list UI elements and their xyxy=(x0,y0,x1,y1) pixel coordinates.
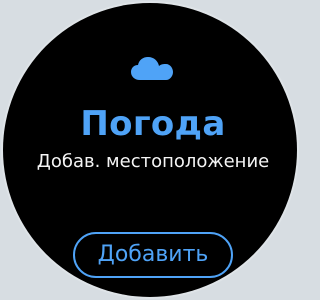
add-location-button[interactable]: Добавить xyxy=(73,232,233,278)
cloud-icon xyxy=(130,54,174,82)
watch-screen: Погода Добав. местоположение Добавить xyxy=(0,0,300,300)
location-hint: Добав. местоположение xyxy=(36,151,270,172)
watch-face: Погода Добав. местоположение Добавить xyxy=(3,3,297,297)
page-title: Погода xyxy=(80,104,226,144)
